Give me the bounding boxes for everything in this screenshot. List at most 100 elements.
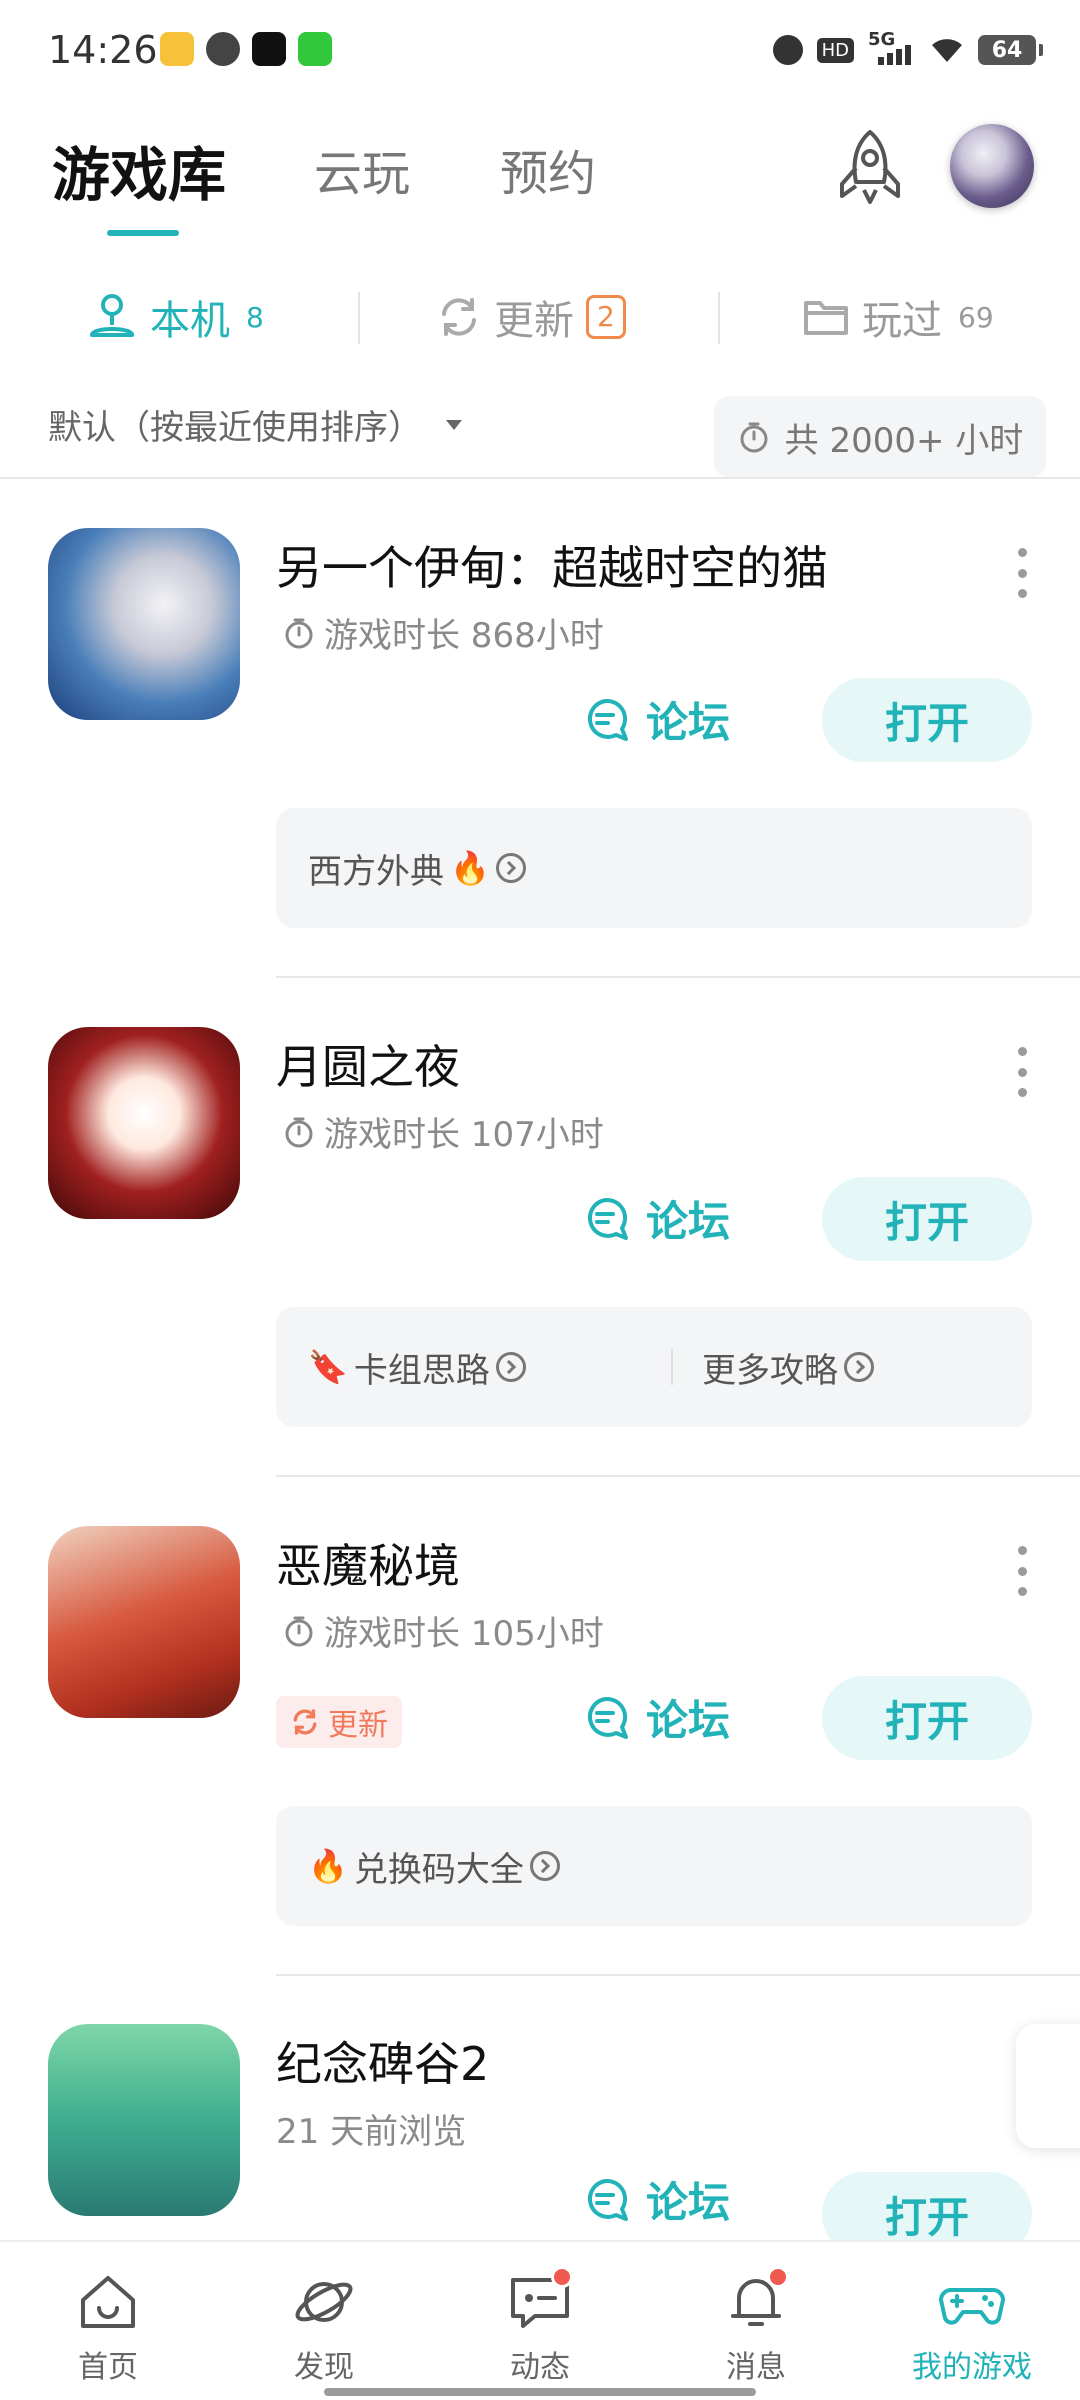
floating-side-button[interactable] — [1016, 2024, 1080, 2148]
section-divider — [0, 477, 1080, 479]
forum-button[interactable]: 论坛 — [582, 684, 730, 754]
timer-icon — [285, 618, 313, 648]
forum-label: 论坛 — [646, 697, 731, 747]
card-divider — [276, 976, 1080, 978]
open-button[interactable]: 打开 — [822, 1177, 1032, 1261]
card-divider — [276, 1974, 1080, 1976]
tab-cloud-play[interactable]: 云玩 — [314, 134, 410, 204]
nav-discover[interactable]: 发现 — [216, 2242, 432, 2400]
guide-link[interactable]: 🔥 兑换码大全 — [308, 1806, 560, 1926]
home-indicator[interactable] — [324, 2388, 756, 2396]
notification-dot — [767, 2266, 789, 2288]
circle-arrow-icon — [495, 1352, 526, 1382]
header-tabs: 游戏库 云玩 预约 — [0, 120, 1080, 240]
fire-icon: 🔥 — [450, 849, 490, 887]
status-time: 14:26 — [48, 28, 158, 72]
battery-icon: 64 — [978, 35, 1043, 65]
divider — [718, 292, 720, 344]
tab-game-library[interactable]: 游戏库 — [52, 128, 226, 212]
forum-icon — [588, 698, 628, 741]
total-playtime-badge: 共 2000+ 小时 — [714, 396, 1046, 478]
gamepad-icon — [939, 2288, 1005, 2325]
battery-level: 64 — [991, 37, 1023, 63]
bottom-navigation: 首页 发现 动态 消息 我的游戏 — [0, 2240, 1080, 2400]
refresh-icon — [442, 298, 476, 336]
chevron-down-icon — [446, 419, 462, 430]
game-icon-moon-night[interactable] — [48, 1027, 240, 1219]
forum-button[interactable]: 论坛 — [582, 1682, 730, 1752]
forum-button[interactable]: 论坛 — [582, 2164, 730, 2234]
game-playtime-text: 游戏时长 868小时 — [324, 616, 604, 656]
alarm-icon — [772, 35, 803, 65]
forum-icon — [588, 1696, 628, 1739]
hd-icon: HD — [816, 37, 854, 63]
timer-icon — [285, 1616, 313, 1646]
tag-icon: 🔖 — [308, 1348, 348, 1386]
open-button[interactable]: 打开 — [822, 678, 1032, 762]
game-last-viewed-text: 21 天前浏览 — [276, 2112, 467, 2152]
circle-arrow-icon — [844, 1352, 874, 1382]
home-icon — [81, 2276, 135, 2328]
game-playtime: 游戏时长 105小时 — [282, 1606, 604, 1655]
forum-button[interactable]: 论坛 — [582, 1183, 730, 1253]
sort-label: 默认（按最近使用排序） — [48, 408, 422, 448]
update-tag[interactable]: 更新 — [276, 1696, 402, 1748]
planet-icon — [295, 2282, 353, 2322]
sub-tab-updates[interactable]: 更新 2 — [436, 272, 626, 362]
game-last-viewed: 21 天前浏览 — [276, 2104, 466, 2153]
guide-link[interactable]: 更多攻略 — [702, 1307, 874, 1427]
open-button[interactable]: 打开 — [822, 1676, 1032, 1760]
forum-label: 论坛 — [646, 1196, 731, 1246]
nav-messages[interactable]: 消息 — [648, 2242, 864, 2400]
sort-dropdown[interactable]: 默认（按最近使用排序） — [48, 400, 462, 449]
game-title[interactable]: 月圆之夜 — [276, 1031, 460, 1097]
game-icon-eden[interactable] — [48, 528, 240, 720]
guide-link[interactable]: 🔖 卡组思路 — [308, 1307, 526, 1427]
more-options-icon[interactable] — [1010, 548, 1034, 598]
game-icon-monument-valley-2[interactable] — [48, 2024, 240, 2216]
signal-icon: 5G — [868, 29, 916, 67]
game-title[interactable]: 纪念碑谷2 — [276, 2028, 489, 2094]
game-title[interactable]: 另一个伊甸：超越时空的猫 — [276, 532, 828, 598]
more-options-icon[interactable] — [1010, 1546, 1034, 1596]
status-bar: 14:26 HD 5G 64 — [0, 0, 1080, 100]
wifi-icon — [932, 39, 962, 62]
sub-tab-played[interactable]: 玩过 69 — [802, 272, 994, 362]
forum-icon — [588, 1197, 628, 1240]
game-icon-demon-realm[interactable] — [48, 1526, 240, 1718]
game-title[interactable]: 恶魔秘境 — [276, 1530, 460, 1596]
nav-home-label: 首页 — [78, 2350, 138, 2385]
guide-label: 更多攻略 — [702, 1350, 838, 1391]
speedometer-app-icon — [206, 32, 240, 66]
nav-messages-label: 消息 — [726, 2350, 786, 2385]
rocket-icon[interactable] — [832, 128, 908, 208]
circle-arrow-icon — [495, 853, 526, 883]
user-avatar[interactable] — [950, 124, 1034, 208]
nav-feed[interactable]: 动态 — [432, 2242, 648, 2400]
notification-dot — [551, 2266, 573, 2288]
sub-tab-local-label: 本机 — [150, 298, 230, 344]
update-tag-label: 更新 — [328, 1708, 388, 1743]
tiktok-app-icon — [252, 32, 286, 66]
active-tab-indicator — [107, 230, 179, 236]
nav-feed-label: 动态 — [510, 2350, 570, 2385]
tab-reservation[interactable]: 预约 — [500, 134, 596, 204]
sub-tabs: 本机 8 更新 2 玩过 69 — [0, 272, 1080, 362]
nav-home[interactable]: 首页 — [0, 2242, 216, 2400]
guide-label: 兑换码大全 — [353, 1849, 524, 1890]
sub-tab-local[interactable]: 本机 8 — [86, 272, 264, 362]
guide-link[interactable]: 西方外典 🔥 — [308, 808, 526, 928]
nav-my-games[interactable]: 我的游戏 — [864, 2242, 1080, 2400]
weibo-app-icon — [160, 32, 194, 66]
game-playtime-text: 游戏时长 105小时 — [324, 1614, 604, 1654]
refresh-icon — [293, 1709, 317, 1735]
chat-icon — [505, 2266, 575, 2336]
forum-label: 论坛 — [646, 1695, 731, 1745]
more-options-icon[interactable] — [1010, 1047, 1034, 1097]
iqiyi-app-icon — [298, 32, 332, 66]
guide-label: 卡组思路 — [353, 1350, 490, 1391]
local-device-icon — [90, 294, 134, 337]
guide-box: 西方外典 🔥 — [276, 808, 1032, 928]
timer-icon — [285, 1117, 313, 1147]
sub-tab-updates-label: 更新 — [494, 298, 574, 344]
